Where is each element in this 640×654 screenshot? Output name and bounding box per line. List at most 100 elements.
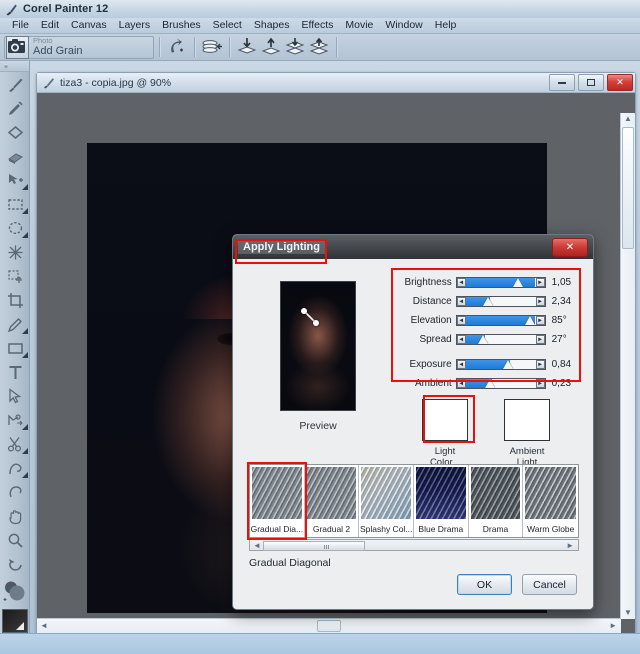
canvas-vertical-scrollbar[interactable]: ▲ ▼	[620, 113, 635, 619]
layer-send-bottom-icon[interactable]	[284, 37, 306, 58]
dialog-close-button[interactable]: ✕	[552, 238, 588, 257]
document-title-bar[interactable]: tiza3 - copia.jpg @ 90% ✕	[37, 73, 635, 93]
brush-tool[interactable]	[0, 72, 30, 96]
slider-knob-exposure[interactable]	[502, 360, 513, 369]
maximize-button[interactable]	[578, 74, 604, 91]
slider-left-arrow-icon[interactable]: ◄	[456, 379, 466, 388]
scroll-up-arrow-icon[interactable]: ▲	[624, 115, 632, 123]
ambient-light-color-swatch[interactable]	[504, 399, 550, 441]
slider-right-arrow-icon[interactable]: ►	[535, 297, 545, 306]
menu-help[interactable]: Help	[429, 18, 463, 33]
dropper-tool[interactable]	[0, 96, 30, 120]
slider-left-arrow-icon[interactable]: ◄	[456, 360, 466, 369]
preset-scroll-left-arrow-icon[interactable]: ◄	[253, 542, 261, 550]
menu-window[interactable]: Window	[379, 18, 428, 33]
preset-item[interactable]: Gradual 2	[305, 465, 360, 537]
brush-selector[interactable]: Photo Add Grain	[4, 35, 154, 59]
crop-tool[interactable]	[0, 288, 30, 312]
cancel-button[interactable]: Cancel	[522, 574, 577, 595]
slider-right-arrow-icon[interactable]: ►	[535, 360, 545, 369]
minimize-button[interactable]	[549, 74, 575, 91]
scissors-tool[interactable]	[0, 432, 30, 456]
lighting-preset-list[interactable]: Gradual Dia... Gradual 2 Splashy Col... …	[249, 464, 579, 538]
preset-item[interactable]: Gradual Dia...	[250, 465, 305, 537]
selection-adjuster-tool[interactable]	[0, 264, 30, 288]
pen-tool[interactable]	[0, 312, 30, 336]
light-color-swatch[interactable]	[422, 399, 468, 441]
preset-item[interactable]: Blue Drama	[414, 465, 469, 537]
slider-left-arrow-icon[interactable]: ◄	[456, 297, 466, 306]
slider-right-arrow-icon[interactable]: ►	[535, 379, 545, 388]
lasso-tool[interactable]	[0, 216, 30, 240]
menu-shapes[interactable]: Shapes	[248, 18, 296, 33]
text-tool[interactable]	[0, 360, 30, 384]
rectangular-shape-tool[interactable]	[0, 336, 30, 360]
shape-cutter-tool[interactable]	[0, 456, 30, 480]
slider-track-distance[interactable]: ◄ ►	[455, 296, 546, 307]
close-button[interactable]: ✕	[607, 74, 633, 91]
scroll-right-arrow-icon[interactable]: ►	[609, 622, 617, 630]
light-direction-node[interactable]	[313, 320, 319, 326]
paper-texture-swatch[interactable]	[0, 606, 30, 636]
magic-wand-tool[interactable]	[0, 240, 30, 264]
preset-item[interactable]: Drama	[469, 465, 524, 537]
layer-move-up-icon[interactable]	[260, 37, 282, 58]
slider-knob-spread[interactable]	[477, 335, 488, 344]
eraser-tool[interactable]	[0, 144, 30, 168]
slider-knob-elevation[interactable]	[524, 316, 535, 325]
preset-item[interactable]: Warm Globe	[523, 465, 578, 537]
lighting-preview-image[interactable]	[280, 281, 356, 411]
menu-edit[interactable]: Edit	[35, 18, 65, 33]
preset-label: Blue Drama	[418, 524, 464, 534]
slider-left-arrow-icon[interactable]: ◄	[456, 278, 466, 287]
shape-selection-tool[interactable]	[0, 384, 30, 408]
convert-point-tool[interactable]	[0, 408, 30, 432]
slider-right-arrow-icon[interactable]: ►	[535, 278, 545, 287]
vertical-scroll-thumb[interactable]	[622, 127, 634, 249]
horizontal-scroll-thumb[interactable]	[317, 620, 341, 632]
slider-knob-brightness[interactable]	[512, 278, 523, 287]
slider-left-arrow-icon[interactable]: ◄	[456, 316, 466, 325]
preset-horizontal-scrollbar[interactable]: ◄ ►	[249, 539, 579, 551]
menu-select[interactable]: Select	[207, 18, 248, 33]
layers-collapse-icon[interactable]	[201, 37, 223, 58]
mirror-tool[interactable]	[0, 480, 30, 504]
slider-right-arrow-icon[interactable]: ►	[535, 335, 545, 344]
scroll-down-arrow-icon[interactable]: ▼	[624, 609, 632, 617]
slider-knob-distance[interactable]	[482, 297, 493, 306]
canvas-horizontal-scrollbar[interactable]: ◄ ►	[37, 618, 621, 633]
light-source-node[interactable]	[301, 308, 307, 314]
menu-layers[interactable]: Layers	[113, 18, 157, 33]
scroll-left-arrow-icon[interactable]: ◄	[40, 622, 48, 630]
menu-movie[interactable]: Movie	[339, 18, 379, 33]
menu-file[interactable]: File	[6, 18, 35, 33]
rotate-page-tool[interactable]	[0, 552, 30, 576]
slider-track-brightness[interactable]: ◄ ►	[455, 277, 546, 288]
magnifier-tool[interactable]	[0, 528, 30, 552]
preset-scroll-right-arrow-icon[interactable]: ►	[566, 542, 574, 550]
grabber-tool[interactable]	[0, 504, 30, 528]
rectangular-selection-tool[interactable]	[0, 192, 30, 216]
slider-track-ambient[interactable]: ◄ ►	[455, 378, 546, 389]
preset-item[interactable]: Splashy Col...	[359, 465, 415, 537]
slider-track-spread[interactable]: ◄ ►	[455, 334, 546, 345]
slider-track-elevation[interactable]: ◄ ►	[455, 315, 546, 326]
slider-left-arrow-icon[interactable]: ◄	[456, 335, 466, 344]
slider-right-arrow-icon[interactable]: ►	[535, 316, 545, 325]
dialog-title-bar[interactable]: Apply Lighting ✕	[233, 235, 593, 260]
layer-move-down-icon[interactable]	[236, 37, 258, 58]
menu-brushes[interactable]: Brushes	[156, 18, 207, 33]
preset-scroll-thumb[interactable]	[263, 541, 365, 551]
ok-button[interactable]: OK	[457, 574, 512, 595]
color-picker-swatch[interactable]	[0, 576, 30, 606]
menu-canvas[interactable]: Canvas	[65, 18, 113, 33]
toolbox-grip[interactable]	[0, 61, 29, 72]
undo-arrow-icon[interactable]	[166, 37, 188, 58]
layer-adjuster-tool[interactable]	[0, 168, 30, 192]
menu-effects[interactable]: Effects	[295, 18, 339, 33]
shape-tool[interactable]	[0, 120, 30, 144]
slider-track-exposure[interactable]: ◄ ►	[455, 359, 546, 370]
layer-bring-top-icon[interactable]	[308, 37, 330, 58]
light-handle-line[interactable]	[301, 308, 323, 326]
slider-knob-ambient[interactable]	[484, 379, 495, 388]
